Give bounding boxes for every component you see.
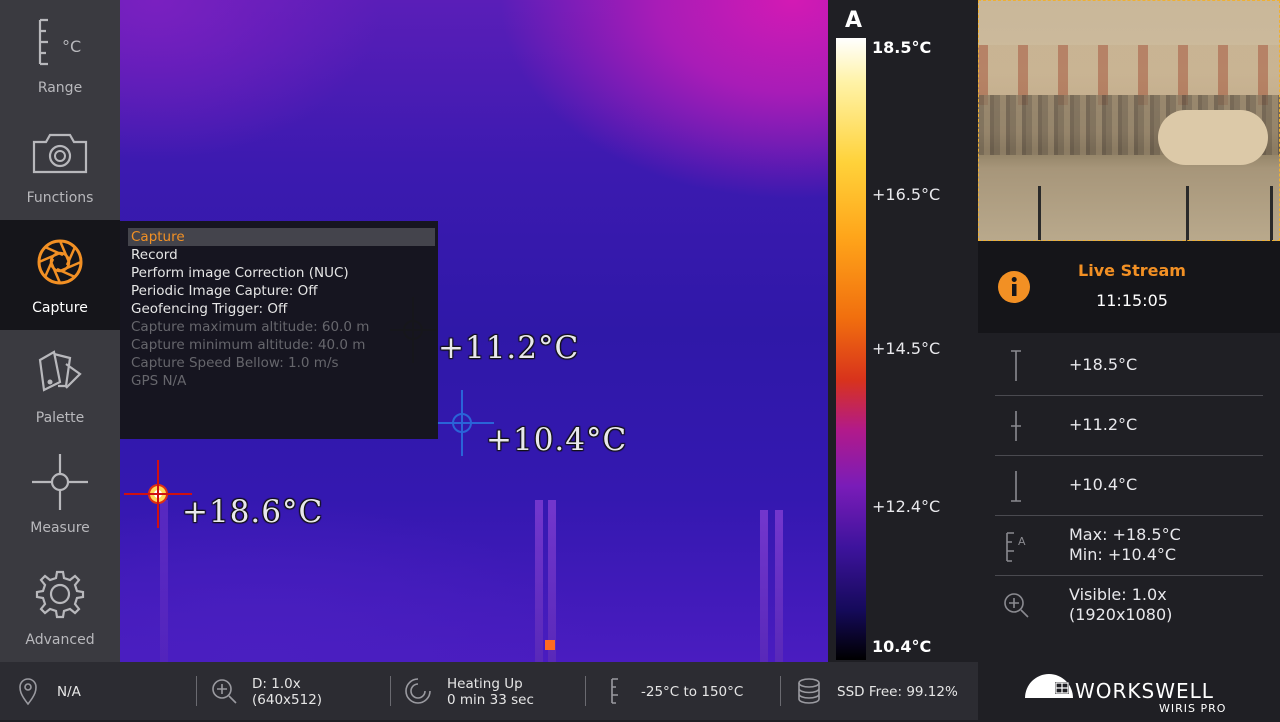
sidebar-item-palette[interactable]: Palette bbox=[0, 330, 120, 440]
thermal-resolution: (640x512) bbox=[252, 692, 323, 708]
sidebar-item-range[interactable]: °C Range bbox=[0, 0, 120, 110]
scale-tick-label: +14.5°C bbox=[872, 339, 941, 358]
max-value: +18.5°C bbox=[1069, 355, 1138, 374]
workswell-logo-mark: WORKSWELL WIRIS PRO bbox=[1025, 674, 1226, 715]
menu-item-max-altitude: Capture maximum altitude: 60.0 m bbox=[131, 319, 370, 335]
min-value: +10.4°C bbox=[1069, 475, 1138, 494]
measurement-row-max: +18.5°C bbox=[995, 337, 1263, 396]
sidebar-item-advanced[interactable]: Advanced bbox=[0, 552, 120, 662]
gear-icon bbox=[35, 570, 85, 619]
menu-item-record[interactable]: Record bbox=[128, 246, 435, 264]
temperature-range-value: -25°C to 150°C bbox=[641, 684, 744, 700]
crosshair-icon bbox=[32, 454, 88, 510]
sidebar-item-label: Range bbox=[37, 80, 83, 96]
menu-item-periodic-capture[interactable]: Periodic Image Capture: Off bbox=[128, 282, 435, 300]
temperature-range-status: -25°C to 150°C bbox=[586, 662, 780, 720]
min-temperature-label: +10.4°C bbox=[486, 422, 628, 458]
heating-status-text: Heating Up bbox=[447, 676, 523, 692]
sidebar-item-label: Functions bbox=[26, 190, 94, 206]
brand-name: WORKSWELL bbox=[1075, 679, 1214, 703]
color-scale-bar bbox=[836, 38, 866, 660]
sidebar-item-measure[interactable]: Measure bbox=[0, 440, 120, 550]
camera-icon bbox=[32, 133, 88, 174]
visible-resolution: (1920x1080) bbox=[1069, 605, 1173, 624]
center-marker-icon bbox=[1011, 411, 1021, 441]
zoom-icon bbox=[1004, 593, 1029, 618]
thermometer-range-icon: °C bbox=[38, 18, 81, 66]
heating-status: Heating Up 0 min 33 sec bbox=[391, 662, 585, 720]
measurement-row-visible: Visible: 1.0x (1920x1080) bbox=[995, 577, 1263, 635]
min-marker-icon bbox=[1011, 471, 1021, 502]
sidebar-item-functions[interactable]: Functions bbox=[0, 110, 120, 220]
database-icon bbox=[798, 678, 820, 704]
scale-min-label: 10.4°C bbox=[872, 637, 932, 656]
menu-item-capture-speed: Capture Speed Bellow: 1.0 m/s bbox=[131, 355, 339, 371]
loading-spinner-icon bbox=[405, 678, 431, 704]
thermometer-range-icon bbox=[611, 678, 618, 704]
thermal-pillar bbox=[775, 510, 783, 662]
color-scale-panel: A 18.5°C +16.5°C +14.5°C +12.4°C 10.4°C bbox=[828, 0, 978, 662]
center-value: +11.2°C bbox=[1069, 415, 1138, 434]
center-temperature-label: +11.2°C bbox=[438, 330, 580, 366]
visible-camera-preview[interactable] bbox=[978, 0, 1280, 241]
scale-tick-label: +16.5°C bbox=[872, 185, 941, 204]
ssd-free-value: SSD Free: 99.12% bbox=[837, 684, 958, 700]
range-min: Min: +10.4°C bbox=[1069, 545, 1177, 564]
max-temperature-label: +18.6°C bbox=[182, 494, 324, 530]
scale-max-label: 18.5°C bbox=[872, 38, 932, 57]
sidebar-item-label: Palette bbox=[35, 410, 85, 426]
menu-item-capture[interactable]: Capture bbox=[128, 228, 435, 246]
max-marker-icon bbox=[1011, 350, 1021, 381]
auto-range-icon: A bbox=[1006, 532, 1026, 562]
heating-status-time: 0 min 33 sec bbox=[447, 692, 534, 708]
gps-status: N/A bbox=[0, 662, 195, 720]
storage-status: SSD Free: 99.12% bbox=[781, 662, 978, 720]
live-stream-time: 11:15:05 bbox=[1096, 291, 1168, 310]
visible-zoom: Visible: 1.0x bbox=[1069, 585, 1167, 604]
thermal-pillar bbox=[548, 500, 556, 662]
digital-zoom-value: D: 1.0x bbox=[252, 676, 301, 692]
live-stream-box: Live Stream 11:15:05 bbox=[978, 241, 1280, 333]
range-mode-text: A bbox=[1018, 535, 1026, 548]
live-stream-title: Live Stream bbox=[1078, 261, 1186, 280]
range-max: Max: +18.5°C bbox=[1069, 525, 1181, 544]
thermal-pillar bbox=[535, 500, 543, 662]
digital-zoom-status: D: 1.0x (640x512) bbox=[197, 662, 390, 720]
menu-item-gps: GPS N/A bbox=[131, 373, 187, 389]
scale-mode-label[interactable]: A bbox=[845, 8, 862, 33]
sidebar-item-label: Measure bbox=[30, 520, 90, 536]
left-sidebar: °C Range Functions Capture Palette Measu… bbox=[0, 0, 120, 662]
brand-product: WIRIS PRO bbox=[1159, 702, 1226, 715]
aperture-icon bbox=[37, 239, 83, 285]
measurement-row-min: +10.4°C bbox=[995, 457, 1263, 516]
bottom-status-bar: N/A D: 1.0x (640x512) Heating Up 0 min 3… bbox=[0, 662, 978, 720]
menu-item-min-altitude: Capture minimum altitude: 40.0 m bbox=[131, 337, 366, 353]
scale-tick-label: +12.4°C bbox=[872, 497, 941, 516]
workswell-logo: WORKSWELL WIRIS PRO bbox=[1023, 668, 1238, 718]
menu-item-geofencing[interactable]: Geofencing Trigger: Off bbox=[128, 300, 435, 318]
gps-value: N/A bbox=[57, 684, 81, 700]
sidebar-item-label: Capture bbox=[32, 300, 88, 316]
sidebar-item-label: Advanced bbox=[25, 632, 95, 648]
range-unit-text: °C bbox=[62, 37, 81, 56]
menu-item-nuc[interactable]: Perform image Correction (NUC) bbox=[128, 264, 435, 282]
location-pin-icon bbox=[19, 678, 37, 706]
right-panel: Live Stream 11:15:05 +18.5°C +11.2°C +10… bbox=[978, 0, 1280, 720]
hot-spot bbox=[545, 640, 555, 650]
sidebar-item-capture[interactable]: Capture bbox=[0, 220, 120, 330]
capture-menu: Capture Record Perform image Correction … bbox=[120, 221, 438, 439]
measurement-row-range: A Max: +18.5°C Min: +10.4°C bbox=[995, 517, 1263, 576]
palette-swatches-icon bbox=[38, 350, 82, 392]
thermal-pillar bbox=[760, 510, 768, 662]
zoom-in-icon bbox=[212, 679, 237, 704]
measurement-row-center: +11.2°C bbox=[995, 397, 1263, 456]
